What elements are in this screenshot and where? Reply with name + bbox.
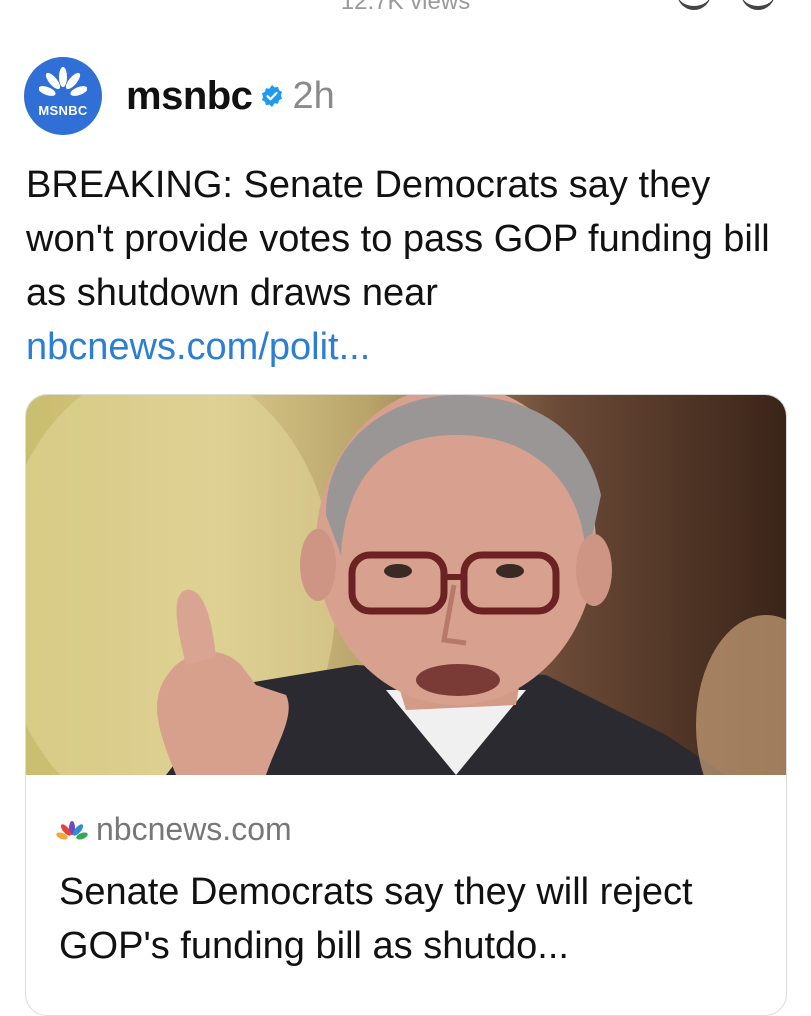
action-icon[interactable] [741, 0, 775, 10]
post-link[interactable]: nbcnews.com/polit... [26, 320, 796, 374]
peacock-icon [39, 67, 87, 96]
avatar-label: MSNBC [38, 103, 88, 118]
post-time: 2h [292, 74, 335, 117]
nbc-peacock-icon [56, 820, 88, 839]
card-title[interactable]: Senate Democrats say they will reject GO… [59, 865, 759, 973]
action-icon[interactable] [677, 0, 711, 10]
top-actions [677, 0, 775, 10]
portrait-image [26, 395, 786, 775]
card-domain: nbcnews.com [96, 811, 292, 847]
verified-badge-icon [262, 85, 283, 107]
username[interactable]: msnbc [126, 74, 253, 119]
link-preview-card[interactable]: nbcnews.com Senate Democrats say they wi… [25, 394, 787, 1016]
card-source: nbcnews.com [56, 811, 292, 848]
post-header: MSNBC msnbc 2h [24, 57, 335, 135]
post-body: BREAKING: Senate Democrats say they won'… [26, 158, 796, 374]
post-text: BREAKING: Senate Democrats say they won'… [26, 164, 770, 314]
avatar[interactable]: MSNBC [24, 57, 102, 135]
article-image [26, 395, 786, 775]
